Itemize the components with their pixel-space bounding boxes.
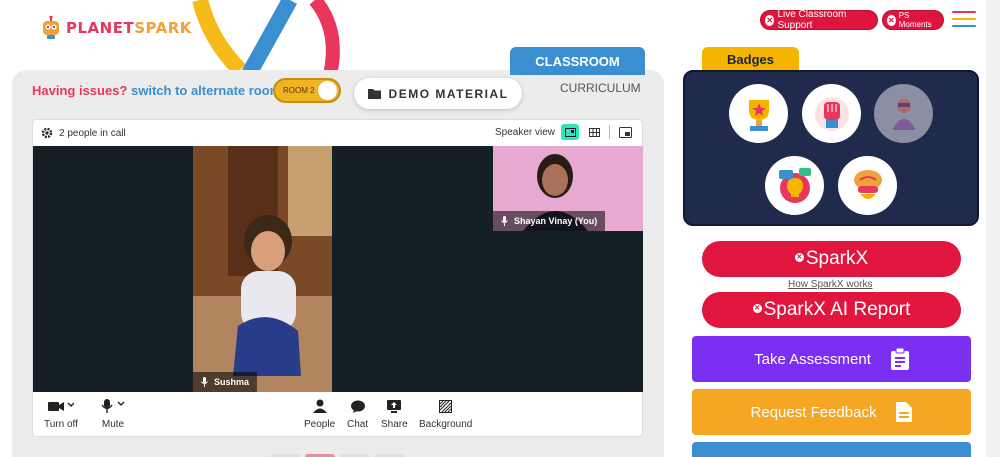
share-button[interactable]: Share: [381, 398, 408, 430]
additional-action-button[interactable]: [692, 442, 971, 457]
picture-in-picture-icon[interactable]: [616, 124, 634, 140]
take-assessment-button[interactable]: Take Assessment: [692, 336, 971, 382]
chat-label: Chat: [347, 419, 369, 430]
scrollbar-track[interactable]: [986, 0, 1000, 457]
participant-video-main: Sushma: [193, 146, 332, 392]
turn-off-label: Turn off: [44, 419, 78, 430]
brain-badge-icon[interactable]: [838, 156, 897, 215]
demo-material-label: DEMO MATERIAL: [388, 86, 509, 101]
trophy-badge-icon[interactable]: [729, 84, 788, 143]
demo-material-button[interactable]: DEMO MATERIAL: [354, 78, 522, 109]
microphone-icon: [101, 399, 125, 413]
document-icon: [896, 402, 913, 422]
people-count: 2 people in call: [59, 127, 126, 139]
badges-title: Badges: [702, 47, 799, 72]
call-toolbar: 2 people in call Speaker view: [33, 120, 642, 146]
how-sparkx-works-link[interactable]: How SparkX works: [788, 279, 872, 290]
ps-moments-label: PS Moments: [898, 11, 932, 29]
people-button[interactable]: People: [304, 398, 335, 430]
planetspark-logo[interactable]: PLANETSPARK: [40, 16, 192, 40]
background-label: Background: [419, 419, 473, 430]
self-video-tile: Shayan Vinay (You): [493, 146, 643, 231]
issues-question: Having issues?: [32, 83, 128, 98]
clipboard-icon: [890, 348, 909, 370]
ps-moments-button[interactable]: ✕ PS Moments: [882, 10, 944, 30]
participant-name: Sushma: [214, 377, 250, 387]
grid-view-icon[interactable]: [585, 124, 603, 140]
video-camera-icon: [47, 402, 74, 411]
hamburger-menu-icon[interactable]: [952, 11, 976, 29]
person-icon: [312, 399, 327, 413]
superhero-badge-icon[interactable]: [874, 84, 933, 143]
self-name-tag: Shayan Vinay (You): [493, 211, 606, 231]
share-screen-icon: [387, 399, 402, 413]
sparkx-ai-report-button[interactable]: ✕ SparkX AI Report: [702, 292, 961, 328]
camera-toggle-button[interactable]: Turn off: [44, 398, 78, 430]
microphone-icon: [501, 216, 508, 226]
close-circle-icon: ✕: [794, 252, 804, 262]
sparkx-ai-report-label: SparkX AI Report: [763, 299, 911, 320]
sparkx-button[interactable]: ✕ SparkX: [702, 241, 961, 277]
live-classroom-support-button[interactable]: ✕ Live Classroom Support: [760, 9, 878, 31]
chat-bubble-icon: [350, 400, 365, 413]
video-stage: Sushma Shayan Vinay (You): [33, 146, 643, 392]
live-support-label: Live Classroom Support: [777, 9, 847, 31]
logo-text: PLANETSPARK: [66, 19, 192, 37]
close-circle-icon: ✕: [887, 14, 896, 26]
video-call-frame: 2 people in call Speaker view Sushma Sha…: [32, 119, 643, 437]
room-issues-text: Having issues? switch to alternate room: [32, 83, 281, 98]
take-assessment-label: Take Assessment: [754, 350, 871, 368]
close-circle-icon: ✕: [765, 14, 775, 26]
call-controls: Turn off Mute People Chat Share Backgrou…: [33, 392, 642, 438]
gear-icon[interactable]: [41, 127, 53, 139]
room-toggle[interactable]: ROOM 2: [273, 78, 341, 103]
toggle-knob: [318, 81, 337, 100]
child-video-feed: [193, 146, 332, 392]
mute-label: Mute: [101, 419, 125, 430]
request-feedback-button[interactable]: Request Feedback: [692, 389, 971, 435]
speaker-view-icon[interactable]: [561, 124, 579, 140]
badges-panel: [683, 70, 979, 226]
idea-badge-icon[interactable]: [765, 156, 824, 215]
participant-name-tag: Sushma: [193, 372, 258, 392]
room-toggle-label: ROOM 2: [283, 86, 315, 95]
folder-icon: [367, 89, 381, 99]
self-name: Shayan Vinay (You): [514, 216, 598, 226]
sparkx-label: SparkX: [805, 248, 869, 269]
tab-classroom[interactable]: CLASSROOM: [510, 47, 645, 75]
people-label: People: [304, 419, 336, 430]
switch-room-link[interactable]: switch to alternate room: [131, 83, 281, 98]
microphone-icon: [201, 377, 208, 387]
close-circle-icon: ✕: [752, 303, 762, 313]
request-feedback-label: Request Feedback: [750, 403, 877, 421]
robot-logo-icon: [43, 16, 59, 39]
speaker-view-label: Speaker view: [494, 126, 555, 138]
mute-button[interactable]: Mute: [100, 398, 126, 430]
background-pattern-icon: [439, 399, 453, 413]
share-label: Share: [381, 419, 408, 430]
fist-badge-icon[interactable]: [802, 84, 861, 143]
chat-button[interactable]: Chat: [347, 398, 368, 430]
tab-curriculum[interactable]: CURRICULUM: [560, 81, 641, 95]
background-button[interactable]: Background: [419, 398, 472, 430]
